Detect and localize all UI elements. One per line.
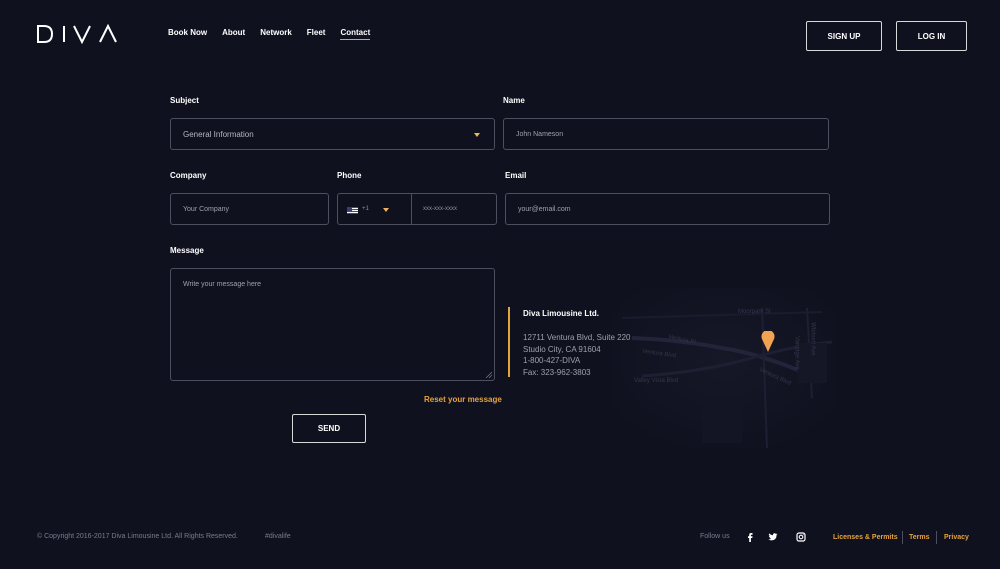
email-label: Email [505, 171, 527, 180]
copyright-text: © Copyright 2016-2017 Diva Limousine Ltd… [37, 533, 238, 540]
map-label-whitsett: Whitsett Ave [809, 322, 816, 356]
contact-fax: Fax: 323-962-3803 [523, 367, 591, 377]
email-input[interactable]: your@email.com [505, 193, 830, 225]
nav-contact[interactable]: Contact [340, 28, 371, 40]
company-name: Diva Limousine Ltd. [523, 309, 600, 318]
subject-value: General Information [183, 129, 254, 139]
country-chevron-down-icon[interactable] [383, 208, 389, 212]
message-placeholder: Write your message here [183, 281, 262, 288]
address-line-2: Studio City, CA 91604 [523, 344, 601, 354]
reset-message-link[interactable]: Reset your message [424, 395, 502, 404]
phone-label: Phone [337, 171, 362, 180]
phone-field: +1 xxx-xxx-xxxx [337, 193, 497, 225]
address-line-1: 12711 Ventura Blvd, Suite 220 [523, 333, 631, 342]
subject-label: Subject [170, 96, 199, 105]
country-code[interactable]: +1 [362, 206, 369, 212]
contact-info: Diva Limousine Ltd. 12711 Ventura Blvd, … [508, 307, 631, 377]
sign-up-button[interactable]: SIGN UP [806, 21, 882, 51]
us-flag-icon [347, 207, 358, 214]
chevron-down-icon [474, 133, 480, 137]
message-label: Message [170, 246, 204, 255]
twitter-icon[interactable] [768, 532, 778, 542]
map-pin-icon[interactable] [761, 331, 775, 352]
follow-us-label: Follow us [700, 533, 730, 540]
facebook-icon[interactable] [745, 532, 755, 542]
footer-link-privacy[interactable]: Privacy [944, 534, 969, 541]
company-label: Company [170, 171, 207, 180]
diva-logo[interactable] [36, 24, 118, 44]
map-label-moorpark: Moorpark St [738, 309, 771, 315]
main-nav: Book Now About Network Fleet Contact [168, 28, 371, 40]
name-placeholder: John Nameson [516, 130, 564, 138]
footer-link-licenses[interactable]: Licenses & Permits [833, 534, 898, 541]
send-button[interactable]: SEND [292, 414, 366, 443]
company-placeholder: Your Company [183, 205, 230, 213]
log-in-button[interactable]: LOG IN [896, 21, 967, 51]
instagram-icon[interactable] [796, 532, 806, 542]
footer-divider [902, 531, 903, 544]
subject-select[interactable]: General Information [170, 118, 495, 150]
map-label-vantage: Vantage Ave [793, 336, 800, 370]
contact-phone[interactable]: 1-800-427-DIVA [523, 355, 631, 367]
footer-link-terms[interactable]: Terms [909, 534, 930, 541]
company-input[interactable]: Your Company [170, 193, 329, 225]
nav-network[interactable]: Network [260, 28, 292, 40]
map-label-valley-vista: Valley Vista Blvd [634, 378, 679, 384]
resize-handle-icon[interactable] [486, 372, 492, 378]
nav-fleet[interactable]: Fleet [307, 28, 326, 40]
footer-divider [936, 531, 937, 544]
email-placeholder: your@email.com [518, 205, 571, 213]
phone-number-input[interactable]: xxx-xxx-xxxx [423, 206, 457, 212]
phone-divider [411, 194, 412, 224]
name-label: Name [503, 96, 525, 105]
location-map[interactable] [612, 288, 837, 448]
hashtag-link[interactable]: #divalife [265, 533, 291, 540]
message-textarea[interactable]: Write your message here [170, 268, 495, 381]
name-input[interactable]: John Nameson [503, 118, 829, 150]
nav-about[interactable]: About [222, 28, 245, 40]
nav-book-now[interactable]: Book Now [168, 28, 207, 40]
